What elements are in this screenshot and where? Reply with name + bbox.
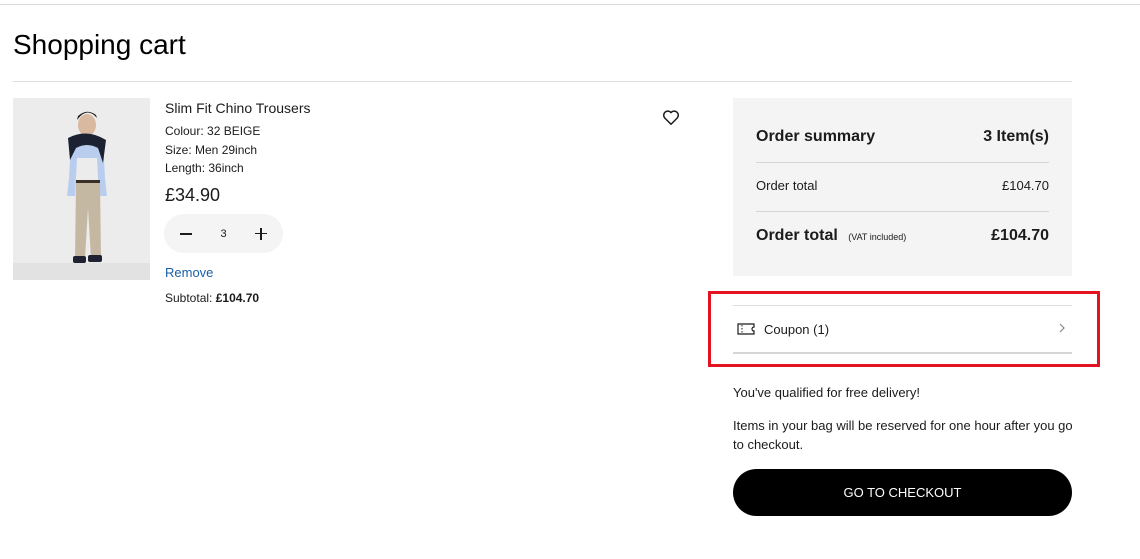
decrease-quantity-button[interactable] <box>178 226 194 242</box>
free-delivery-message: You've qualified for free delivery! <box>733 385 921 400</box>
order-summary-title: Order summary <box>756 128 876 145</box>
increase-quantity-button[interactable] <box>253 226 269 242</box>
product-size: Size: Men 29inch <box>165 143 258 157</box>
product-price: £34.90 <box>165 185 221 205</box>
subtotal-value: £104.70 <box>215 291 260 305</box>
order-total-value: £104.70 <box>1002 178 1049 193</box>
summary-divider <box>756 162 1049 163</box>
chevron-right-icon <box>1059 323 1065 333</box>
coupon-ticket-icon <box>737 323 755 335</box>
item-count: 3 Item(s) <box>983 128 1049 145</box>
order-summary-header: Order summary 3 Item(s) <box>756 128 1049 146</box>
title-divider <box>13 81 1072 82</box>
go-to-checkout-button[interactable]: GO TO CHECKOUT <box>733 469 1072 516</box>
coupon-divider-bottom <box>733 352 1072 354</box>
product-photo-illustration <box>13 98 150 280</box>
quantity-stepper: 3 <box>164 214 283 253</box>
item-subtotal: Subtotal: £104.70 <box>165 291 259 305</box>
product-length: Length: 36inch <box>165 161 244 175</box>
final-total-row: Order total (VAT included) £104.70 <box>756 227 1049 245</box>
top-divider <box>0 4 1140 5</box>
summary-divider <box>756 211 1049 212</box>
order-summary-panel: Order summary 3 Item(s) Order total £104… <box>733 98 1072 276</box>
vat-note: (VAT included) <box>848 232 907 242</box>
subtotal-label: Subtotal: <box>165 291 213 305</box>
order-total-row: Order total £104.70 <box>756 178 1049 193</box>
quantity-value[interactable]: 3 <box>220 228 226 240</box>
coupon-label: Coupon (1) <box>764 321 830 337</box>
product-colour: Colour: 32 BEIGE <box>165 124 261 138</box>
order-total-label: Order total <box>756 178 818 193</box>
page-title: Shopping cart <box>13 29 186 60</box>
remove-item-link[interactable]: Remove <box>165 265 213 280</box>
coupon-button[interactable]: Coupon (1) <box>733 306 1072 352</box>
final-total-value: £104.70 <box>991 227 1049 244</box>
heart-icon[interactable] <box>662 109 680 126</box>
reservation-message: Items in your bag will be reserved for o… <box>733 418 1073 452</box>
final-total-label: Order total <box>756 227 838 244</box>
product-image[interactable] <box>13 98 150 280</box>
product-name[interactable]: Slim Fit Chino Trousers <box>165 100 310 116</box>
